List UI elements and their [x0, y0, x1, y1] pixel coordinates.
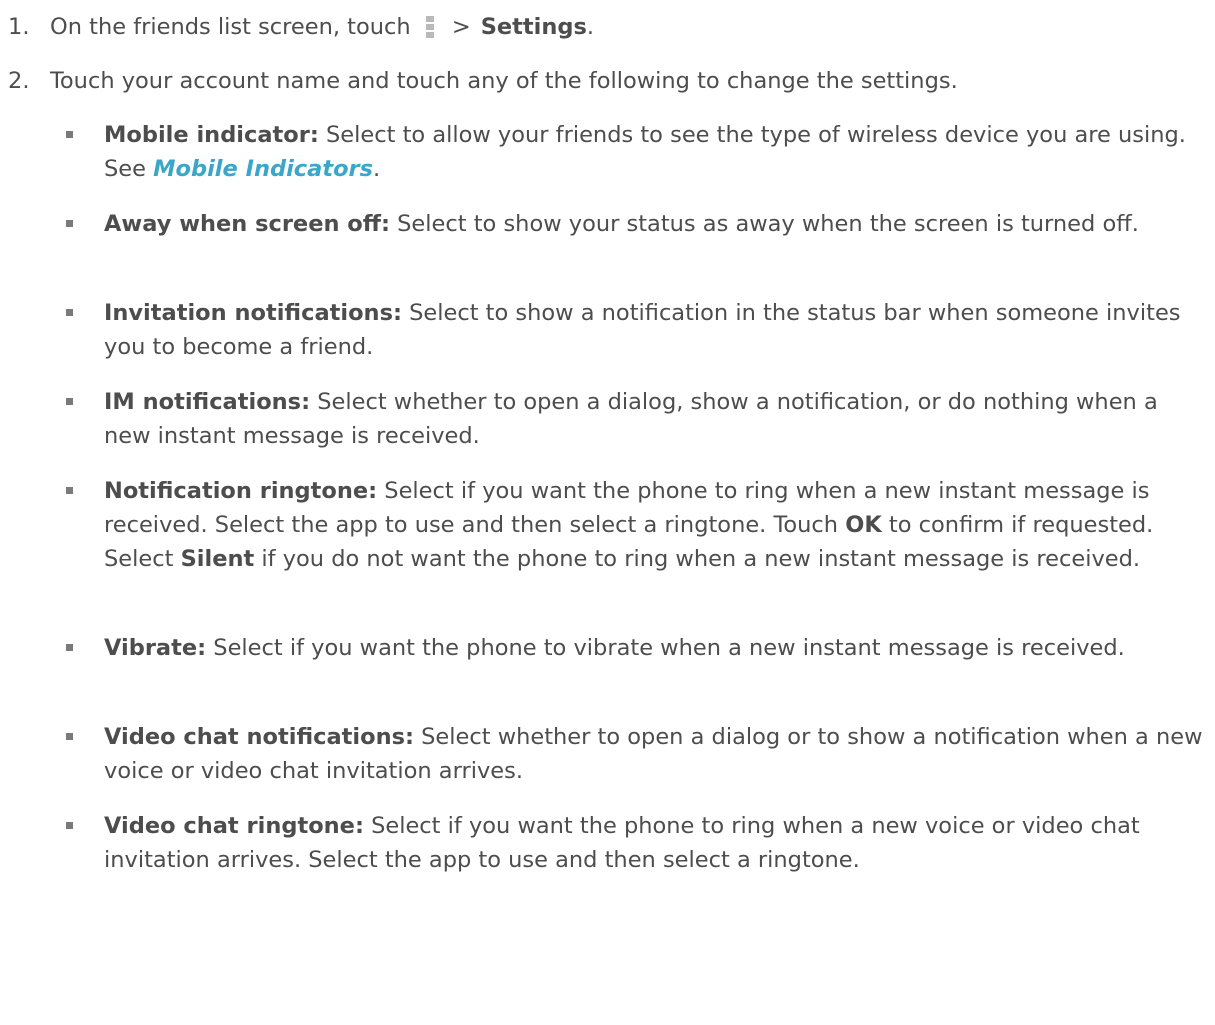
list-item-text: Video chat notifications: Select whether…: [104, 720, 1204, 788]
list-item-text: IM notifications: Select whether to open…: [104, 385, 1204, 453]
bullet-marker: [66, 309, 73, 316]
item-label: IM notifications:: [104, 389, 311, 415]
list-item-text: Vibrate: Select if you want the phone to…: [104, 631, 1204, 665]
item-description: Select to show your status as away when …: [390, 211, 1139, 237]
item-description-3: if you do not want the phone to ring whe…: [254, 546, 1141, 572]
step-text: On the friends list screen, touch: [50, 14, 411, 40]
document-page: 1. On the friends list screen, touch > Set…: [0, 0, 1215, 1025]
bullet-marker: [66, 487, 73, 494]
item-label: Notification ringtone:: [104, 478, 378, 504]
item-label: Invitation notifications:: [104, 300, 402, 326]
bullet-marker: [66, 733, 73, 740]
settings-label: Settings: [480, 14, 587, 40]
list-item-text: Video chat ringtone: Select if you want …: [104, 809, 1204, 877]
mobile-indicators-link[interactable]: Mobile Indicators: [153, 156, 373, 182]
step-number: 2.: [8, 68, 30, 94]
silent-label: Silent: [180, 546, 255, 572]
bullet-marker: [66, 644, 73, 651]
step-text-end: .: [586, 14, 595, 40]
item-label: Video chat notifications:: [104, 724, 414, 750]
list-item-text: Invitation notifications: Select to show…: [104, 296, 1204, 364]
bullet-marker: [66, 398, 73, 405]
bullet-marker: [66, 131, 73, 138]
step-text: Touch your account name and touch any of…: [50, 68, 958, 94]
bullet-marker: [66, 822, 73, 829]
ok-label: OK: [845, 512, 882, 538]
item-end: .: [373, 156, 381, 182]
list-item-text: Mobile indicator: Select to allow your f…: [104, 118, 1204, 186]
list-item-text: Notification ringtone: Select if you wan…: [104, 474, 1204, 576]
step-2: 2. Touch your account name and touch any …: [8, 64, 958, 98]
item-label: Video chat ringtone:: [104, 813, 364, 839]
step-number: 1.: [8, 14, 30, 40]
item-label: Vibrate:: [104, 635, 207, 661]
separator: >: [451, 14, 471, 40]
item-label: Away when screen off:: [104, 211, 390, 237]
step-1: 1. On the friends list screen, touch > Set…: [8, 10, 594, 44]
overflow-menu-icon: [425, 16, 434, 38]
item-label: Mobile indicator:: [104, 122, 319, 148]
bullet-marker: [66, 220, 73, 227]
item-description: Select if you want the phone to vibrate …: [206, 635, 1125, 661]
list-item-text: Away when screen off: Select to show you…: [104, 207, 1204, 241]
